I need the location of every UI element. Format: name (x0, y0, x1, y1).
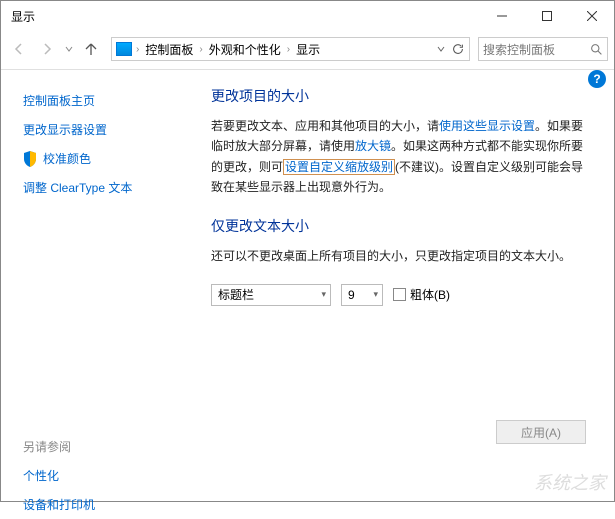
up-button[interactable] (79, 37, 103, 61)
shield-icon (23, 151, 37, 167)
close-button[interactable] (569, 1, 614, 31)
help-icon[interactable]: ? (588, 70, 606, 88)
see-also-label: 另请参阅 (23, 432, 191, 461)
section-heading-size: 更改项目的大小 (211, 86, 586, 106)
minimize-button[interactable] (479, 1, 524, 31)
sidebar-home[interactable]: 控制面板主页 (23, 86, 191, 115)
history-dropdown[interactable] (63, 45, 75, 53)
chevron-right-icon: › (285, 44, 292, 55)
section-body-text-only: 还可以不更改桌面上所有项目的大小，只更改指定项目的文本大小。 (211, 246, 586, 266)
crumb-display[interactable]: 显示 (294, 41, 322, 58)
crumb-control-panel[interactable]: 控制面板 (143, 41, 195, 58)
apply-button[interactable]: 应用(A) (496, 420, 586, 444)
monitor-icon (116, 42, 132, 56)
link-display-settings[interactable]: 使用这些显示设置 (439, 119, 535, 133)
checkbox-bold-label: 粗体(B) (410, 286, 450, 303)
forward-button[interactable] (35, 37, 59, 61)
search-icon (590, 43, 603, 56)
link-custom-scaling[interactable]: 设置自定义缩放级别 (283, 159, 395, 175)
select-item[interactable]: 标题栏▾ (211, 284, 331, 306)
sidebar-item-display-settings[interactable]: 更改显示器设置 (23, 115, 191, 144)
chevron-down-icon[interactable] (437, 45, 445, 53)
section-heading-text-only: 仅更改文本大小 (211, 216, 586, 236)
chevron-right-icon: › (134, 44, 141, 55)
search-placeholder: 搜索控制面板 (483, 41, 586, 58)
checkbox-bold[interactable] (393, 288, 406, 301)
back-button[interactable] (7, 37, 31, 61)
chevron-right-icon: › (197, 44, 204, 55)
crumb-appearance[interactable]: 外观和个性化 (207, 41, 283, 58)
breadcrumb[interactable]: › 控制面板 › 外观和个性化 › 显示 (111, 37, 470, 61)
window-title: 显示 (11, 8, 35, 25)
sidebar-item-cleartype[interactable]: 调整 ClearType 文本 (23, 173, 191, 202)
sidebar-item-calibrate-color[interactable]: 校准颜色 (23, 144, 191, 173)
maximize-button[interactable] (524, 1, 569, 31)
refresh-icon[interactable] (451, 42, 465, 56)
see-also-personalization[interactable]: 个性化 (23, 461, 191, 490)
chevron-down-icon: ▾ (373, 289, 378, 300)
link-magnifier[interactable]: 放大镜 (355, 139, 391, 153)
select-font-size[interactable]: 9▾ (341, 284, 383, 306)
see-also-devices[interactable]: 设备和打印机 (23, 490, 191, 519)
section-body-size: 若要更改文本、应用和其他项目的大小，请使用这些显示设置。如果要临时放大部分屏幕，… (211, 116, 586, 198)
search-input[interactable]: 搜索控制面板 (478, 37, 608, 61)
chevron-down-icon: ▾ (321, 289, 326, 300)
